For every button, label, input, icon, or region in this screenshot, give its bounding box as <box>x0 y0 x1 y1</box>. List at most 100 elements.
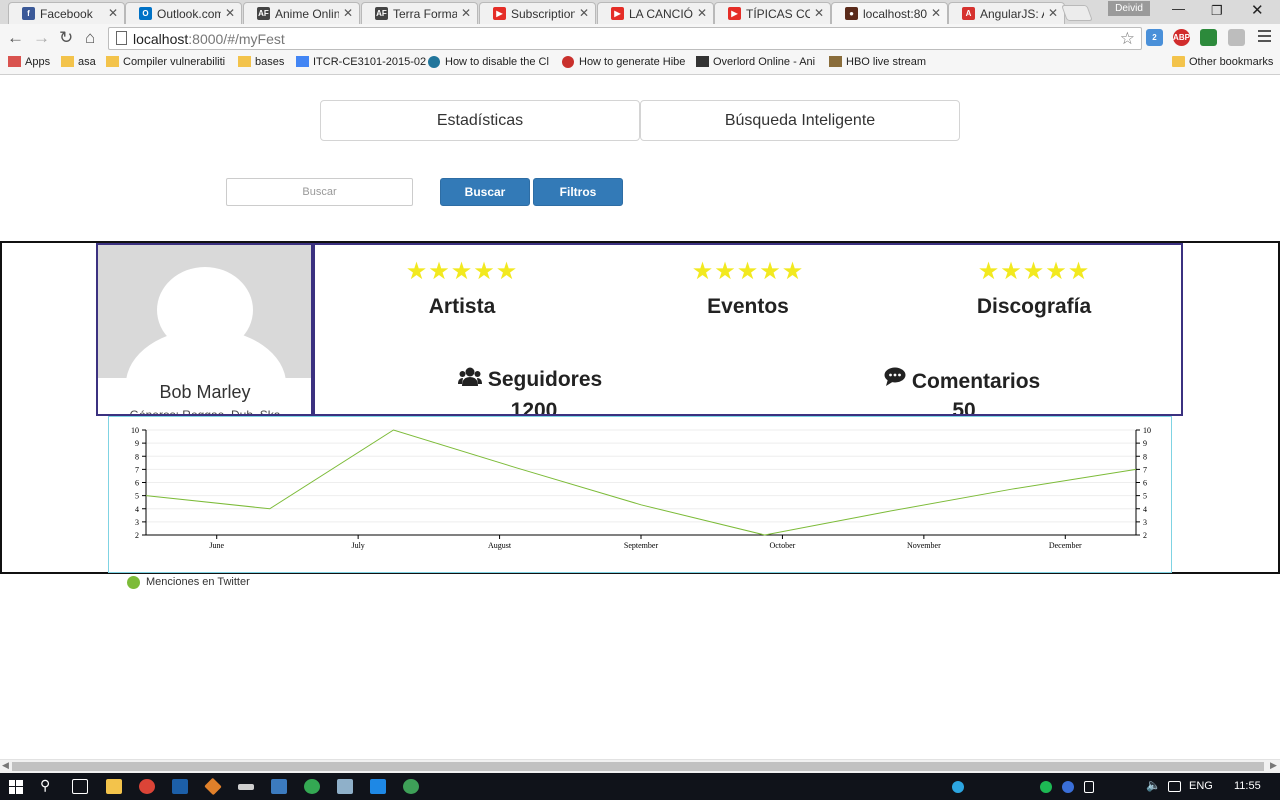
bookmark-item[interactable]: How to disable the Cl <box>428 56 549 68</box>
browser-tab[interactable]: f Facebook ✕ <box>8 2 125 24</box>
y-tick-label: 8 <box>135 452 139 461</box>
scrollbar-thumb[interactable] <box>12 762 1264 771</box>
rating-title: Artista <box>428 295 496 318</box>
users-icon <box>458 367 482 386</box>
star-rating: ★★★★★ <box>362 257 562 286</box>
browser-tab[interactable]: ● localhost:8000 ✕ <box>831 2 948 25</box>
close-window-icon[interactable]: ✕ <box>1251 1 1264 19</box>
profile-button[interactable]: Deivid <box>1108 1 1150 16</box>
back-icon[interactable]: ← <box>7 28 24 48</box>
y-tick-label: 10 <box>131 426 139 435</box>
x-tick-label: December <box>1049 541 1082 550</box>
bookmark-item[interactable]: Overlord Online - Ani <box>696 56 815 68</box>
legend-label: Menciones en Twitter <box>146 576 250 588</box>
chart-legend[interactable]: Menciones en Twitter <box>127 576 250 589</box>
browser-tab[interactable]: ▶ TÍPICAS COSA ✕ <box>714 2 831 24</box>
bookmark-item[interactable]: Apps <box>8 56 50 68</box>
horizontal-scrollbar[interactable]: ◀ ▶ <box>0 759 1280 773</box>
store-icon[interactable] <box>370 779 386 794</box>
bookmark-item[interactable]: bases <box>238 56 284 68</box>
y-tick-label: 2 <box>135 531 139 540</box>
close-tab-icon[interactable]: ✕ <box>108 6 118 20</box>
y-tick-label: 4 <box>135 505 139 514</box>
other-bookmarks[interactable]: Other bookmarks <box>1172 56 1273 68</box>
browser-tab[interactable]: AF Anime Online ✕ <box>243 2 360 24</box>
close-tab-icon[interactable]: ✕ <box>1048 6 1058 20</box>
filters-button[interactable]: Filtros <box>533 178 623 206</box>
restore-icon[interactable]: ❐ <box>1211 3 1223 19</box>
bookmark-item[interactable]: HBO live stream <box>829 56 926 68</box>
close-tab-icon[interactable]: ✕ <box>461 6 471 20</box>
extension-icon[interactable] <box>1200 29 1217 46</box>
git-icon[interactable] <box>204 777 222 796</box>
spotify-icon[interactable] <box>1040 781 1052 793</box>
chrome-icon[interactable] <box>304 779 320 794</box>
url-text: localhost:8000/#/myFest <box>133 31 285 47</box>
app-icon[interactable] <box>271 779 287 794</box>
new-tab-button[interactable] <box>1061 5 1093 21</box>
address-bar[interactable]: localhost:8000/#/myFest ☆ <box>108 27 1142 50</box>
close-tab-icon[interactable]: ✕ <box>225 6 235 20</box>
tray-icon[interactable] <box>1062 781 1074 793</box>
tab-estadisticas[interactable]: Estadísticas <box>320 100 640 141</box>
extension-icon[interactable]: 2 <box>1146 29 1163 46</box>
adblock-icon[interactable]: ABP <box>1173 29 1190 46</box>
y2-tick-label: 8 <box>1143 452 1147 461</box>
twitter-mentions-chart: 2 2 3 3 4 4 5 5 6 6 7 7 8 8 9 9 10 10 June July August Septem… <box>108 416 1172 573</box>
home-icon[interactable]: ⌂ <box>85 28 95 48</box>
artist-profile-card: Bob Marley Géneros: Reggae, Dub, Ska <box>96 243 313 416</box>
file-explorer-icon[interactable] <box>106 779 122 794</box>
chrome-icon[interactable] <box>139 779 155 794</box>
clock[interactable]: 11:55 <box>1234 780 1261 792</box>
scroll-left-icon[interactable]: ◀ <box>2 760 9 771</box>
app-icon[interactable] <box>172 779 188 794</box>
bookmark-item[interactable]: ITCR-CE3101-2015-02 <box>296 56 426 68</box>
windows-start-icon[interactable] <box>9 780 23 794</box>
browser-tab[interactable]: ▶ Subscriptions ✕ <box>479 2 596 24</box>
task-view-icon[interactable] <box>72 779 88 794</box>
bookmark-label: How to disable the Cl <box>445 56 549 68</box>
close-tab-icon[interactable]: ✕ <box>814 6 824 20</box>
search-input[interactable]: Buscar <box>226 178 413 206</box>
chrome-menu-icon[interactable] <box>1258 30 1271 44</box>
extension-icon[interactable] <box>1228 29 1245 46</box>
telegram-icon[interactable] <box>952 781 964 793</box>
forward-icon[interactable]: → <box>33 28 50 48</box>
bookmark-item[interactable]: asa <box>61 56 96 68</box>
minimize-icon[interactable]: — <box>1172 1 1185 16</box>
facebook-icon: f <box>22 7 35 20</box>
close-tab-icon[interactable]: ✕ <box>579 6 589 20</box>
battery-icon[interactable] <box>1084 781 1094 793</box>
star-icon: ★ <box>1000 258 1023 285</box>
search-icon[interactable]: ⚲ <box>40 777 50 794</box>
bookmark-item[interactable]: How to generate Hibe <box>562 56 685 68</box>
language-indicator[interactable]: ENG <box>1189 780 1213 792</box>
bookmark-star-icon[interactable]: ☆ <box>1120 29 1135 49</box>
page-icon <box>116 31 127 45</box>
search-button[interactable]: Buscar <box>440 178 530 206</box>
browser-tab[interactable]: O Outlook.com (✕ <box>125 2 242 24</box>
browser-tab[interactable]: A AngularJS: AP ✕ <box>948 2 1065 24</box>
notifications-icon[interactable] <box>1168 781 1181 792</box>
reload-icon[interactable]: ↻ <box>59 28 73 48</box>
app-icon[interactable] <box>403 779 419 794</box>
windows-taskbar: ⚲ 🔈 ENG 11:55 <box>0 773 1280 800</box>
scroll-right-icon[interactable]: ▶ <box>1270 760 1277 771</box>
youtube-icon: ▶ <box>611 7 624 20</box>
tab-label: LA CANCIÓN <box>629 7 693 21</box>
tab-busqueda-inteligente[interactable]: Búsqueda Inteligente <box>640 100 960 141</box>
browser-tab[interactable]: AF Terra Formars ✕ <box>361 2 478 24</box>
volume-icon[interactable]: 🔈 <box>1146 778 1161 792</box>
app-icon[interactable] <box>238 784 254 790</box>
hbo-icon <box>829 56 842 67</box>
close-tab-icon[interactable]: ✕ <box>931 6 941 20</box>
angular-icon: A <box>962 7 975 20</box>
close-tab-icon[interactable]: ✕ <box>697 6 707 20</box>
bookmark-item[interactable]: Compiler vulnerabiliti <box>106 56 225 68</box>
close-tab-icon[interactable]: ✕ <box>343 6 353 20</box>
star-icon: ★ <box>736 258 760 285</box>
tab-label: AngularJS: AP <box>980 7 1044 21</box>
browser-tab[interactable]: ▶ LA CANCIÓN ✕ <box>597 2 714 24</box>
app-icon[interactable] <box>337 779 353 794</box>
artist-stats-card: ★★★★★ Artista ★★★★★ Eventos ★★★★★ Discografía… <box>313 243 1183 416</box>
